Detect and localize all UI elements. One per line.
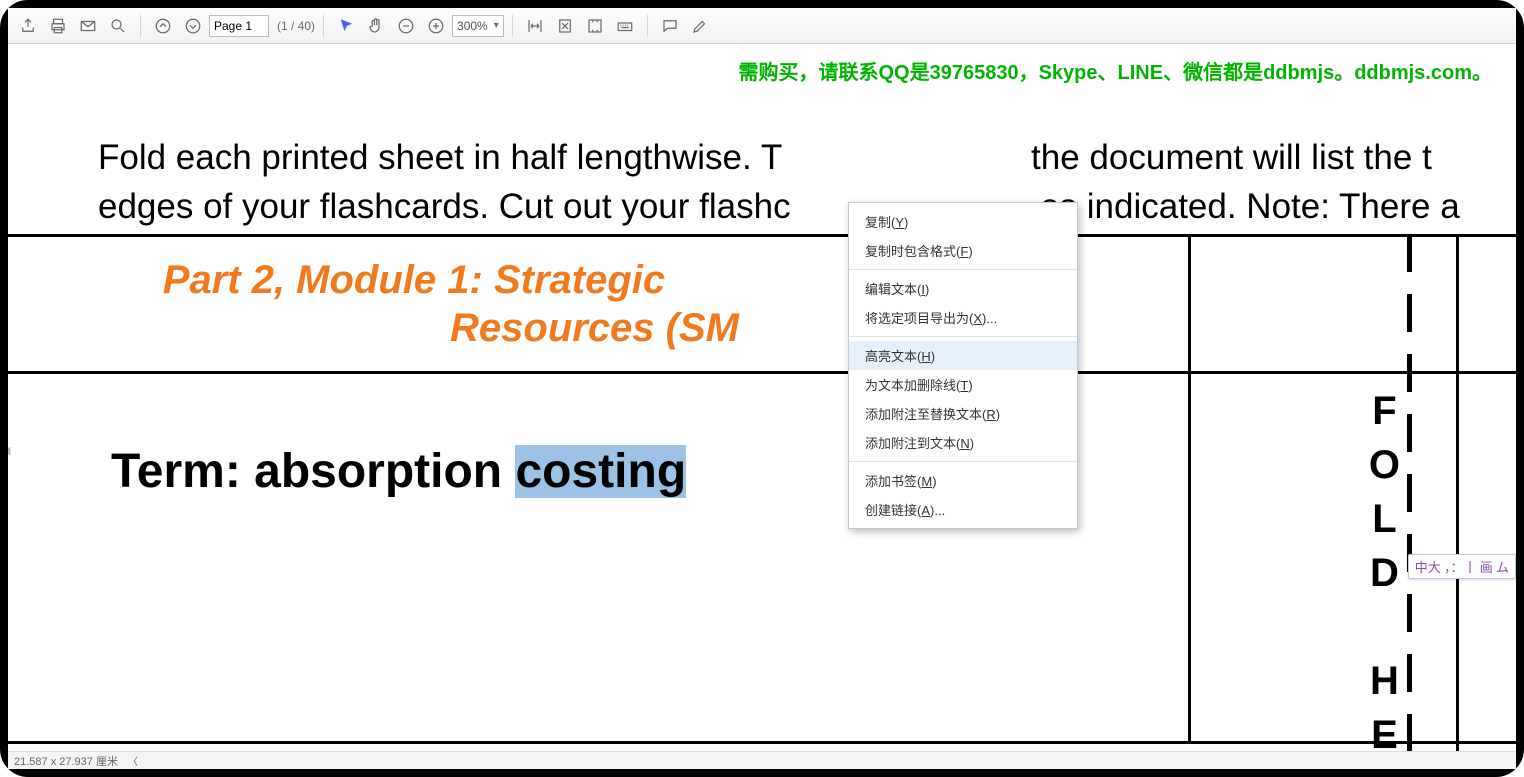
ctx-highlight-text[interactable]: 高亮文本(H) [849,341,1077,370]
status-bar: 21.587 x 27.937 厘米 〈 [8,751,1516,769]
fit-width-icon[interactable] [521,12,549,40]
mail-icon[interactable] [74,12,102,40]
zoom-select[interactable]: 300% ▾ [452,15,504,37]
instruction-line-1: Fold each printed sheet in half lengthwi… [98,134,1516,181]
comment-icon[interactable] [656,12,684,40]
ctx-strikethrough[interactable]: 为文本加删除线(T) [849,370,1077,399]
text-fragment: Term: absorption [111,445,515,498]
ctx-separator [849,336,1077,337]
ctx-separator [849,269,1077,270]
fold-letters: F O L D H E [1369,384,1400,751]
spacer-cell [1191,237,1351,371]
text-fragment: Resources (SM [450,306,739,350]
fold-dash-line [1407,234,1410,751]
spacer-cell [1191,374,1351,741]
chevron-left-icon[interactable]: 〈 [128,753,138,768]
document-body: Fold each printed sheet in half lengthwi… [98,134,1516,231]
flashcard-table: Part 2, Module 1: Strategic ent of Resou… [8,234,1516,744]
separator [512,15,513,37]
fold-letter [1369,600,1400,654]
page-up-icon[interactable] [149,12,177,40]
text-fragment: the document will list the t [1031,138,1432,177]
table-header-row: Part 2, Module 1: Strategic ent of Resou… [8,234,1516,374]
hand-tool-icon[interactable] [362,12,390,40]
keyboard-icon[interactable] [611,12,639,40]
document-viewport[interactable]: 需购买，请联系QQ是39765830，Skype、LINE、微信都是ddbmjs… [8,44,1516,751]
separator [323,15,324,37]
right-header-cell [1456,234,1516,374]
ctx-create-link[interactable]: 创建链接(A)... [849,495,1077,524]
fold-letter: L [1369,492,1400,546]
ctx-separator [849,461,1077,462]
fold-letter: F [1369,384,1400,438]
context-menu: 复制(Y) 复制时包含格式(F) 编辑文本(I) 将选定项目导出为(X)... … [848,202,1078,529]
selected-text: costing [515,445,686,498]
text-fragment: es indicated. Note: There a [1040,187,1460,226]
ctx-copy[interactable]: 复制(Y) [849,207,1077,236]
zoom-out-icon[interactable] [392,12,420,40]
ctx-add-note-replace[interactable]: 添加附注至替换文本(R) [849,399,1077,428]
fullscreen-icon[interactable] [581,12,609,40]
text-fragment: Part 2, Module 1: Strategic [163,258,665,302]
fit-page-icon[interactable] [551,12,579,40]
highlight-pen-icon[interactable] [686,12,714,40]
upload-icon[interactable] [14,12,42,40]
ctx-add-note-to-text[interactable]: 添加附注到文本(N) [849,428,1077,457]
search-icon[interactable] [104,12,132,40]
print-icon[interactable] [44,12,72,40]
select-tool-icon[interactable] [332,12,360,40]
ctx-edit-text[interactable]: 编辑文本(I) [849,274,1077,303]
zoom-in-icon[interactable] [422,12,450,40]
watermark-text: 需购买，请联系QQ是39765830，Skype、LINE、微信都是ddbmjs… [8,56,1506,85]
table-body-row: Term: absorption costing [8,374,1516,744]
fold-letter: O [1369,438,1400,492]
page-input[interactable] [209,15,269,37]
ime-badge: 中大 ，：丨 画 ム [1408,554,1516,579]
instruction-line-2: edges of your flashcards. Cut out your f… [98,183,1516,230]
page-dimensions: 21.587 x 27.937 厘米 [14,753,118,769]
ctx-add-bookmark[interactable]: 添加书签(M) [849,466,1077,495]
text-fragment: edges of your flashcards. Cut out your f… [98,187,791,226]
text-fragment: Fold each printed sheet in half lengthwi… [98,138,782,177]
separator [140,15,141,37]
fold-letter: D [1369,546,1400,600]
ctx-copy-with-format[interactable]: 复制时包含格式(F) [849,236,1077,265]
zoom-value: 300% [457,19,488,33]
chevron-down-icon: ▾ [494,20,499,31]
fold-letter: E [1369,708,1400,751]
toolbar: (1 / 40) 300% ▾ [8,8,1516,44]
page-count-label: (1 / 40) [277,19,315,33]
fold-letter: H [1369,654,1400,708]
page-down-icon[interactable] [179,12,207,40]
panel-expand-icon[interactable]: ◀ [8,444,10,457]
separator [647,15,648,37]
ctx-export-selection[interactable]: 将选定项目导出为(X)... [849,303,1077,332]
